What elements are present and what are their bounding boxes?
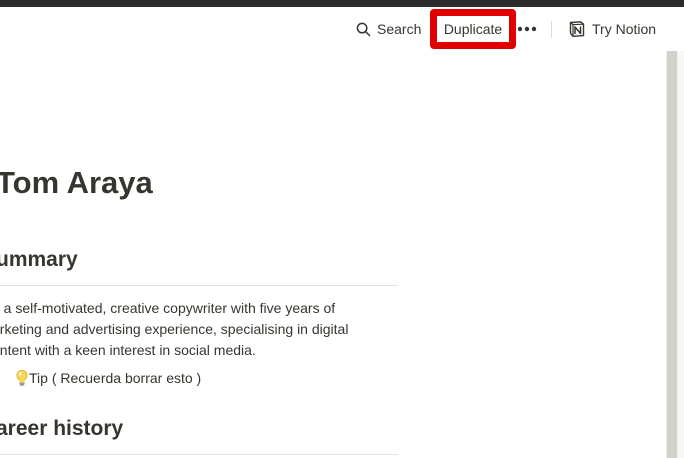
topbar-right-edge (666, 7, 684, 51)
tip-text: Tip ( Recuerda borrar esto ) (29, 370, 202, 386)
duplicate-button[interactable]: Duplicate (430, 9, 516, 49)
tip-callout[interactable]: Tip ( Recuerda borrar esto ) (15, 369, 201, 387)
summary-line-1[interactable]: n a self-motivated, creative copywriter … (0, 300, 335, 316)
search-label: Search (377, 21, 422, 37)
try-notion-button[interactable]: Try Notion (568, 18, 656, 40)
more-horizontal-icon (517, 26, 537, 32)
lightbulb-icon (16, 369, 28, 386)
summary-line-2[interactable]: arketing and advertising experience, spe… (0, 321, 348, 337)
duplicate-label: Duplicate (443, 21, 503, 37)
window-edge (678, 51, 684, 458)
topbar-divider (551, 21, 552, 38)
summary-line-3[interactable]: ontent with a keen interest in social me… (0, 342, 256, 358)
scrollbar-thumb[interactable] (667, 51, 677, 458)
search-icon (356, 22, 371, 36)
top-bar: Search Duplicate Try Notion (0, 7, 666, 51)
page-content: Tom Araya ummary n a self-motivated, cre… (0, 51, 666, 458)
notion-window: Search Duplicate Try Notion Tom Araya um… (0, 0, 684, 458)
more-options-button[interactable] (516, 19, 538, 39)
search-button[interactable]: Search (356, 19, 421, 39)
notion-logo-icon (569, 21, 585, 37)
window-top-strip (0, 0, 684, 7)
page-title[interactable]: Tom Araya (0, 165, 153, 201)
section-divider (0, 454, 398, 455)
section-divider (0, 285, 398, 286)
try-notion-label: Try Notion (592, 21, 657, 37)
section-heading-career-history[interactable]: areer history (0, 417, 123, 441)
section-heading-summary[interactable]: ummary (0, 248, 78, 272)
